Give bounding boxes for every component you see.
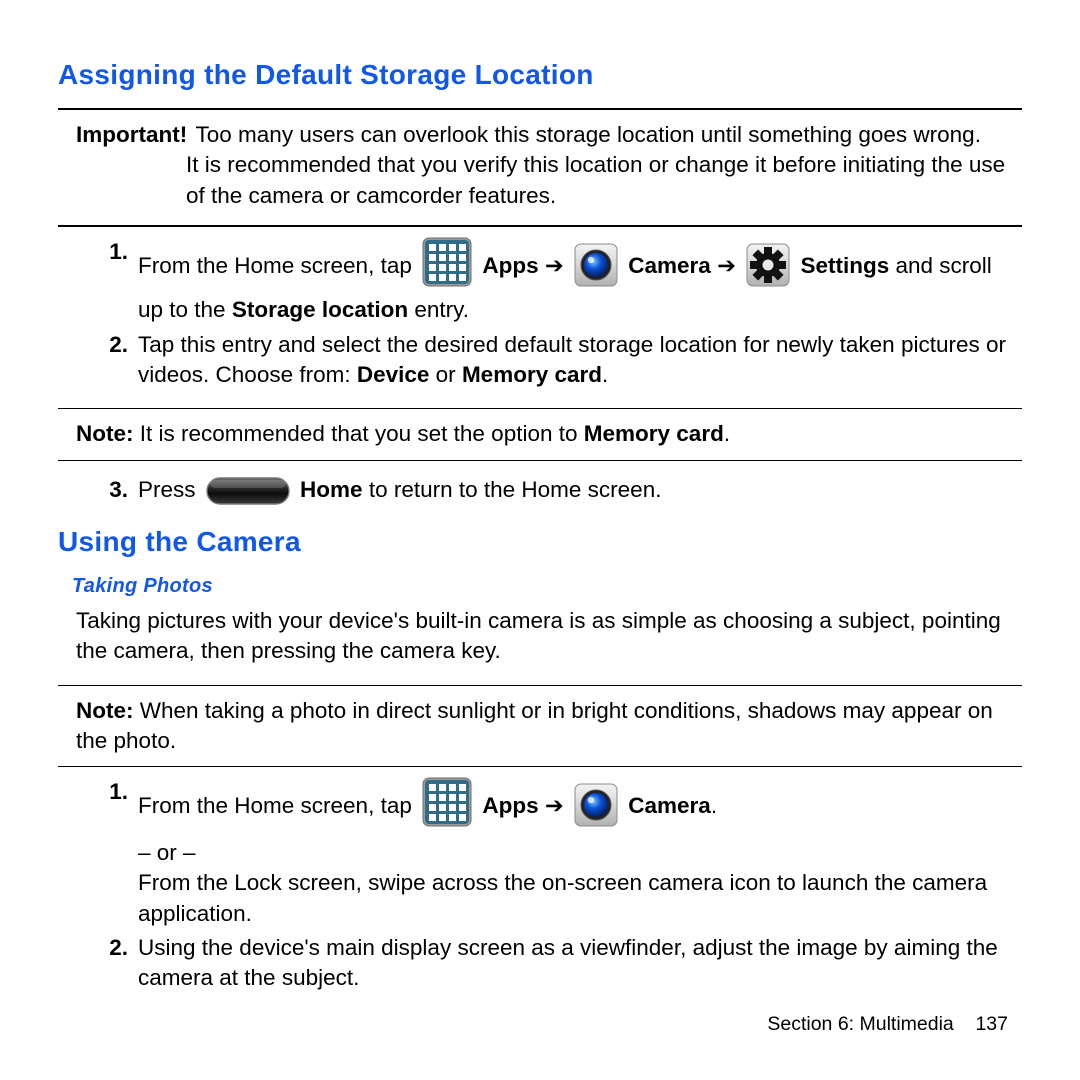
memory-card-option: Memory card bbox=[462, 362, 602, 387]
step-number: 1. bbox=[96, 777, 128, 929]
section-label: Section 6: Multimedia bbox=[767, 1013, 953, 1035]
heading-assign-storage: Assigning the Default Storage Location bbox=[58, 56, 1022, 94]
step-body: Using the device's main display screen a… bbox=[138, 933, 1022, 994]
important-text-1: Too many users can overlook this storage… bbox=[196, 122, 981, 147]
storage-location-label: Storage location bbox=[232, 297, 408, 322]
settings-gear-icon bbox=[746, 243, 790, 295]
camera-icon bbox=[574, 243, 618, 295]
step-num-label: 2. bbox=[109, 332, 128, 357]
apps-grid-icon bbox=[422, 777, 472, 835]
step-number: 1. bbox=[96, 237, 128, 326]
text: or bbox=[429, 362, 462, 387]
text: entry. bbox=[408, 297, 469, 322]
step-num-label: 1. bbox=[109, 239, 128, 264]
divider bbox=[58, 460, 1022, 461]
step-body: Tap this entry and select the desired de… bbox=[138, 330, 1022, 391]
note-text: It is recommended that you set the optio… bbox=[134, 421, 584, 446]
important-label: Important! bbox=[76, 122, 187, 147]
arrow: ➔ bbox=[545, 793, 570, 818]
device-option: Device bbox=[357, 362, 430, 387]
step-body: Press Home to return to the Home screen. bbox=[138, 475, 1022, 513]
divider bbox=[58, 408, 1022, 409]
alt-text: From the Lock screen, swipe across the o… bbox=[138, 868, 1022, 929]
note-sunlight: Note: When taking a photo in direct sunl… bbox=[76, 696, 1022, 757]
page-number: 137 bbox=[975, 1013, 1008, 1035]
camera-icon bbox=[574, 783, 618, 835]
step-num-label: 3. bbox=[109, 477, 128, 502]
step-3: 3. Press Home to return to the Home scre… bbox=[96, 475, 1022, 513]
home-button-icon bbox=[206, 477, 290, 513]
note-memory-card: Note: It is recommended that you set the… bbox=[76, 419, 1022, 449]
step-number: 2. bbox=[96, 933, 128, 994]
arrow: ➔ bbox=[545, 253, 570, 278]
step-num-label: 1. bbox=[109, 779, 128, 804]
camera-step-2: 2. Using the device's main display scree… bbox=[96, 933, 1022, 994]
text: . bbox=[711, 793, 717, 818]
important-text-2: It is recommended that you verify this l… bbox=[186, 150, 1022, 211]
text: Press bbox=[138, 477, 202, 502]
divider bbox=[58, 766, 1022, 767]
text: Using the device's main display screen a… bbox=[138, 935, 998, 990]
heading-using-camera: Using the Camera bbox=[58, 523, 1022, 561]
step-number: 2. bbox=[96, 330, 128, 391]
step-body: From the Home screen, tap Apps ➔ bbox=[138, 237, 1022, 326]
camera-step-1: 1. From the Home screen, tap Apps ➔ bbox=[96, 777, 1022, 929]
subheading-taking-photos: Taking Photos bbox=[72, 573, 1022, 600]
divider bbox=[58, 108, 1022, 110]
page-footer: Section 6: Multimedia 137 bbox=[767, 1011, 1008, 1037]
step-number: 3. bbox=[96, 475, 128, 513]
arrow: ➔ bbox=[717, 253, 742, 278]
divider bbox=[58, 685, 1022, 686]
step-1: 1. From the Home screen, tap Apps ➔ bbox=[96, 237, 1022, 326]
or-divider: – or – bbox=[138, 838, 1022, 868]
step-body: From the Home screen, tap Apps ➔ bbox=[138, 777, 1022, 929]
note-label: Note: bbox=[76, 421, 134, 446]
step-num-label: 2. bbox=[109, 935, 128, 960]
divider bbox=[58, 225, 1022, 227]
text: to return to the Home screen. bbox=[369, 477, 662, 502]
important-note: Important! Too many users can overlook t… bbox=[76, 120, 1022, 211]
apps-grid-icon bbox=[422, 237, 472, 295]
settings-label: Settings bbox=[800, 253, 889, 278]
camera-label: Camera bbox=[628, 793, 711, 818]
memory-card-bold: Memory card bbox=[584, 421, 724, 446]
text: From the Home screen, tap bbox=[138, 253, 418, 278]
text: From the Home screen, tap bbox=[138, 793, 418, 818]
text: . bbox=[602, 362, 608, 387]
note-text: When taking a photo in direct sunlight o… bbox=[76, 698, 993, 753]
note-label: Note: bbox=[76, 698, 134, 723]
step-2: 2. Tap this entry and select the desired… bbox=[96, 330, 1022, 391]
text: . bbox=[724, 421, 730, 446]
apps-label: Apps bbox=[482, 253, 538, 278]
apps-label: Apps bbox=[482, 793, 538, 818]
home-label: Home bbox=[300, 477, 363, 502]
intro-paragraph: Taking pictures with your device's built… bbox=[76, 606, 1022, 667]
camera-label: Camera bbox=[628, 253, 711, 278]
